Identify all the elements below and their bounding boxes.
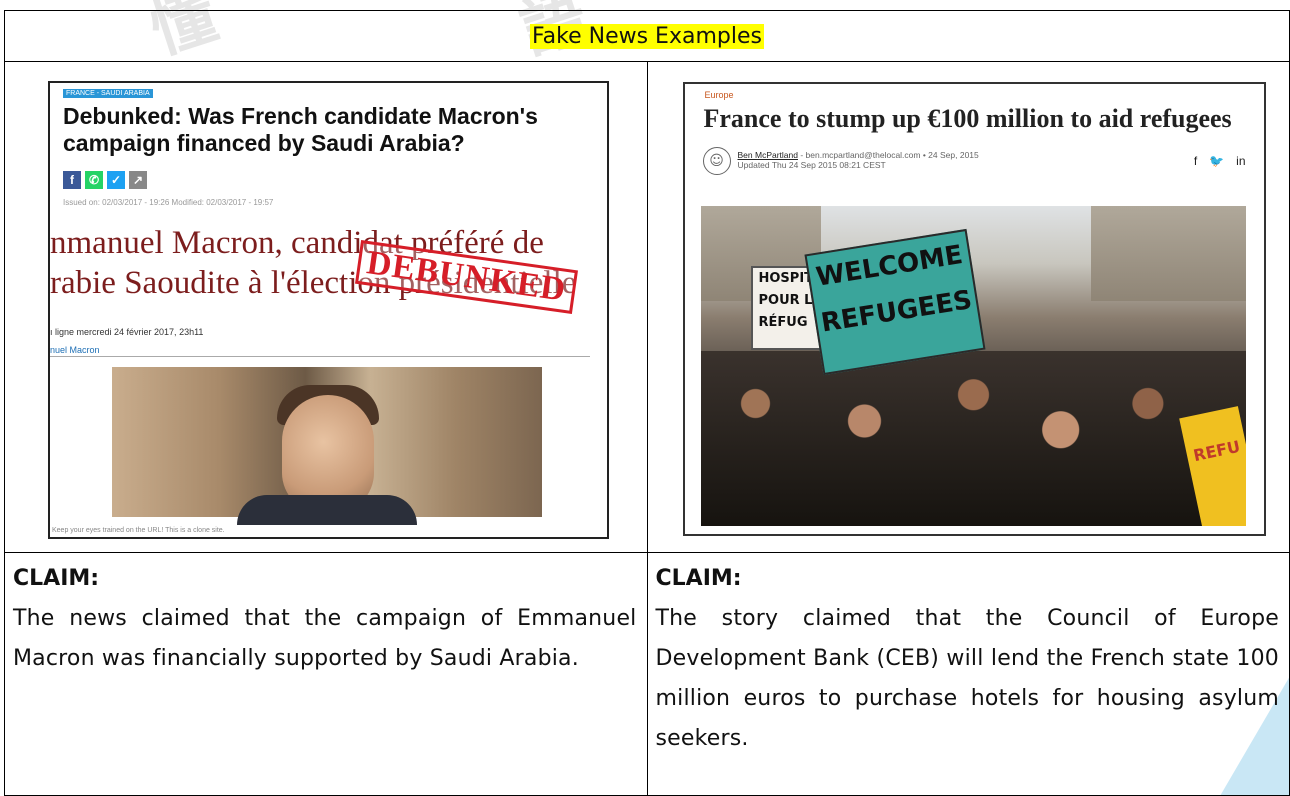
refugee-article-screenshot: Europe France to stump up €100 million t… xyxy=(682,82,1266,536)
dateline: ı ligne mercredi 24 février 2017, 23h11 xyxy=(50,327,204,337)
updated-date: Updated Thu 24 Sep 2015 08:21 CEST xyxy=(737,160,886,170)
issued-date: Issued on: 02/03/2017 - 19:26 Modified: … xyxy=(63,198,274,207)
claim-label: CLAIM: xyxy=(13,566,100,591)
page-title: Fake News Examples xyxy=(530,23,764,49)
macron-photo xyxy=(112,367,542,525)
author-name: Ben McPartland xyxy=(737,150,798,160)
welcome-refugees-sign: WELCOME REFUGEES xyxy=(803,228,986,376)
photo-suit xyxy=(237,495,417,525)
photo-building xyxy=(1090,206,1246,301)
refugee-protest-photo: HOSPIT POUR L RÉFUG WELCOME REFUGEES REF… xyxy=(700,206,1246,526)
linkedin-icon: in xyxy=(1236,154,1246,168)
facebook-icon: f xyxy=(1193,154,1198,168)
article-tag: FRANCE - SAUDI ARABIA xyxy=(63,89,153,98)
photo-crowd xyxy=(700,351,1246,526)
article-author: nuel Macron xyxy=(50,345,100,355)
right-claim-cell: CLAIM: The story claimed that the Counci… xyxy=(646,552,1290,796)
twitter-icon: ✓ xyxy=(107,171,125,189)
claim-text: The story claimed that the Council of Eu… xyxy=(655,606,1279,751)
right-image-cell: Europe France to stump up €100 million t… xyxy=(646,61,1290,553)
left-claim-cell: CLAIM: The news claimed that the campaig… xyxy=(4,552,648,796)
whatsapp-icon: ✆ xyxy=(85,171,103,189)
twitter-icon: 🐦 xyxy=(1209,154,1225,168)
claim-text: The news claimed that the campaign of Em… xyxy=(13,606,637,671)
author-avatar-icon: ☺ xyxy=(702,147,731,175)
facebook-icon: f xyxy=(63,171,81,189)
share-icon: ↗ xyxy=(129,171,147,189)
social-links: f 🐦 in xyxy=(1194,154,1246,168)
table-header: Fake News Examples xyxy=(4,10,1290,62)
byline: Ben McPartland - ben.mcpartland@thelocal… xyxy=(738,150,979,170)
claim-label: CLAIM: xyxy=(655,566,742,591)
french-headline-line1: nmanuel Macron, candidat préféré de xyxy=(50,225,544,261)
article-headline: France to stump up €100 million to aid r… xyxy=(703,104,1232,133)
divider xyxy=(50,356,590,357)
macron-article-screenshot: FRANCE - SAUDI ARABIA Debunked: Was Fren… xyxy=(48,81,609,539)
left-image-cell: FRANCE - SAUDI ARABIA Debunked: Was Fren… xyxy=(4,61,648,553)
share-bar: f ✆ ✓ ↗ xyxy=(63,171,147,189)
fake-news-table: Fake News Examples FRANCE - SAUDI ARABIA… xyxy=(4,10,1290,796)
author-meta: - ben.mcpartland@thelocal.com • 24 Sep, … xyxy=(797,150,979,160)
article-headline: Debunked: Was French candidate Macron's … xyxy=(63,103,538,156)
article-category: Europe xyxy=(704,90,734,100)
photo-caption: Keep your eyes trained on the URL! This … xyxy=(52,527,225,534)
